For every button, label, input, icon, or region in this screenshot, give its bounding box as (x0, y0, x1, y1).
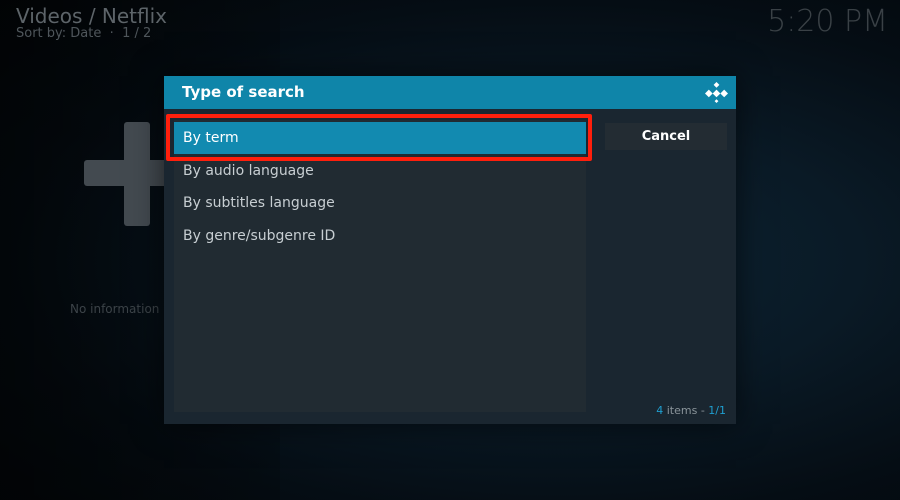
items-count-separator: - (697, 404, 709, 417)
items-count-unit: items (666, 404, 698, 417)
list-item-by-subtitles-language[interactable]: By subtitles language (174, 187, 586, 219)
sort-info: Sort by: Date · 1 / 2 (16, 26, 151, 42)
selection-highlight-box (166, 114, 592, 161)
clock: 5:20 PM (767, 4, 888, 39)
page-indicator: 1 / 2 (122, 26, 152, 41)
sort-label: Sort by: Date (16, 26, 102, 41)
no-information-text: No information a (70, 302, 171, 316)
items-count: 4 items - 1/1 (656, 404, 726, 418)
cancel-button[interactable]: Cancel (605, 123, 727, 150)
list-item-by-genre-subgenre-id[interactable]: By genre/subgenre ID (174, 220, 586, 252)
breadcrumb-title: Videos / Netflix (16, 4, 168, 28)
dialog-title: Type of search (182, 83, 305, 101)
items-count-number: 4 (656, 404, 664, 417)
dialog-header: Type of search (164, 76, 736, 109)
items-count-page: 1/1 (708, 404, 726, 417)
kodi-logo-icon (705, 81, 728, 104)
sort-separator: · (105, 26, 118, 41)
search-type-list: By term By audio language By subtitles l… (174, 120, 586, 412)
